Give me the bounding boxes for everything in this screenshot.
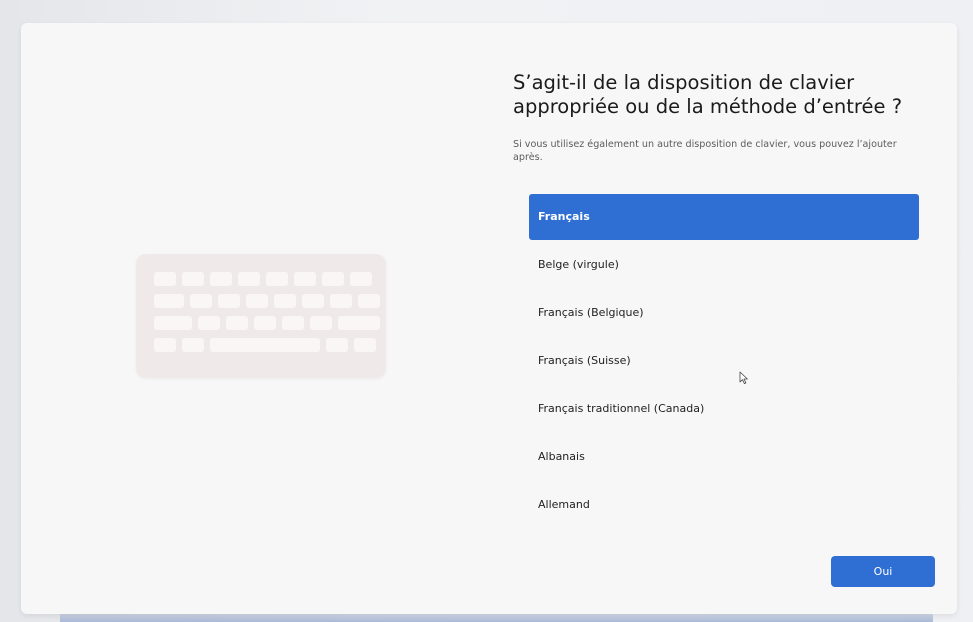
keyboard-key-row bbox=[154, 294, 380, 308]
page-subtitle: Si vous utilisez également un autre disp… bbox=[513, 139, 897, 163]
mouse-pointer-icon bbox=[739, 371, 748, 384]
layout-item-francais[interactable]: Français bbox=[529, 194, 919, 240]
layout-item-francais-canada[interactable]: Français traditionnel (Canada) bbox=[529, 386, 919, 432]
layout-item-francais-belgique[interactable]: Français (Belgique) bbox=[529, 290, 919, 336]
page-title: S’agit-il de la disposition de clavier a… bbox=[513, 71, 903, 118]
confirm-button[interactable]: Oui bbox=[831, 556, 935, 587]
layout-item-francais-suisse[interactable]: Français (Suisse) bbox=[529, 338, 919, 384]
keyboard-icon bbox=[136, 254, 386, 378]
keyboard-layout-list: Français Belge (virgule) Français (Belgi… bbox=[529, 194, 919, 530]
keyboard-key-row bbox=[154, 316, 380, 330]
oobe-window: S’agit-il de la disposition de clavier a… bbox=[21, 23, 957, 614]
keyboard-key-row bbox=[154, 272, 372, 286]
layout-item-albanais[interactable]: Albanais bbox=[529, 434, 919, 480]
keyboard-key-row bbox=[154, 338, 376, 352]
layout-item-belge-virgule[interactable]: Belge (virgule) bbox=[529, 242, 919, 288]
layout-item-allemand[interactable]: Allemand bbox=[529, 482, 919, 528]
